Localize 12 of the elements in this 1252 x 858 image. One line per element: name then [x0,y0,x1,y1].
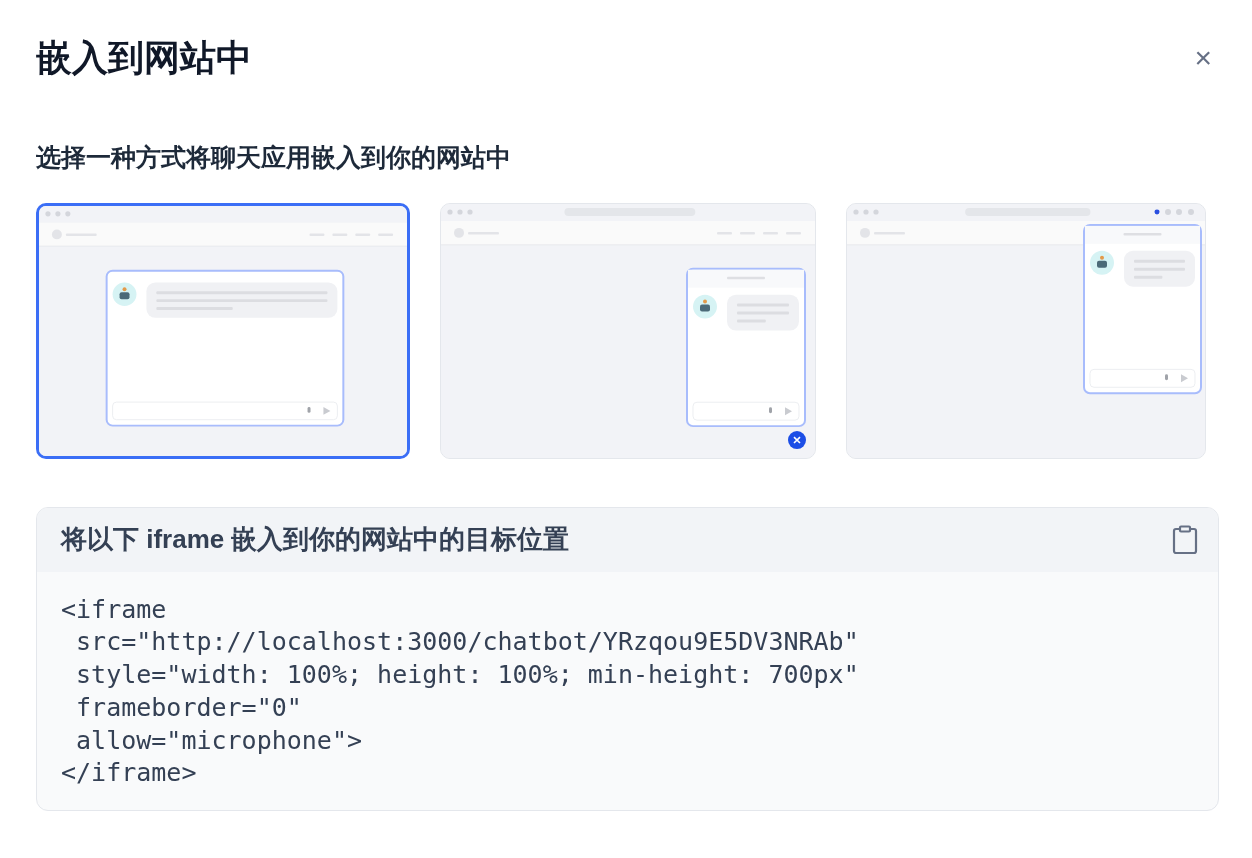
code-line: <iframe [61,593,168,626]
code-panel-heading: 将以下 iframe 嵌入到你的网站中的目标位置 [61,523,570,557]
code-line: allow="microphone"> [75,724,364,757]
code-line: src="http://localhost:3000/chatbot/YRzqou9E5DV3NRAb" [75,626,860,659]
copy-button[interactable] [1172,524,1198,555]
code-line: </iframe> [61,757,198,790]
instruction-text: 选择一种方式将聊天应用嵌入到你的网站中 [36,142,512,174]
close-button[interactable]: × [1188,42,1218,73]
code-line: frameborder="0" [75,691,303,724]
code-line: style="width: 100%; height: 100%; min-height: 700px" [75,659,860,692]
dialog-title: 嵌入到网站中 [36,36,252,80]
layout-option[interactable] [36,202,410,459]
